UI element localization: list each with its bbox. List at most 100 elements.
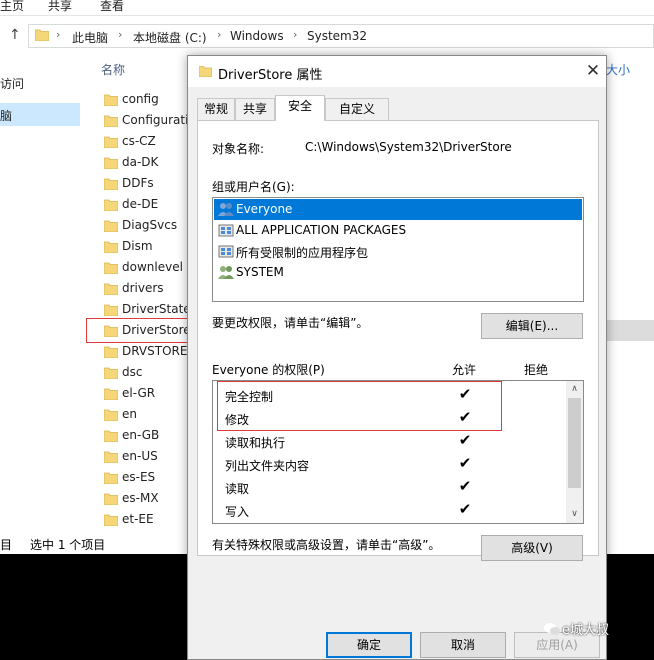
file-name: drivers [122,281,164,295]
list-item-everyone[interactable]: Everyone [214,199,582,220]
list-item[interactable]: drivers [104,279,194,300]
column-header-name[interactable]: 名称 [101,61,125,78]
users-listbox[interactable]: Everyone ALL APPLICATION PACKAGES 所有受限制的… [212,197,584,302]
ribbon: 主页 共享 查看 [0,0,654,16]
scroll-thumb[interactable] [568,398,581,488]
navigation-pane [0,56,80,526]
list-item[interactable]: es-MX [104,489,194,510]
list-item[interactable]: en [104,405,194,426]
list-item[interactable]: DRVSTORE [104,342,194,363]
highlight-box-driverstore [86,318,192,343]
list-item[interactable]: es-ES [104,468,194,489]
folder-icon [199,66,212,77]
breadcrumb-local-disk[interactable]: 本地磁盘 (C:) [133,29,207,46]
file-name: DRVSTORE [122,344,188,358]
folder-icon [104,220,118,232]
folder-icon [104,94,118,106]
scroll-up-icon[interactable]: ∧ [566,381,583,398]
breadcrumb-windows[interactable]: Windows [230,29,284,43]
nav-item-quick-access[interactable]: 访问 [0,75,24,92]
list-item[interactable]: DDFs [104,174,194,195]
cancel-button[interactable]: 取消 [420,632,506,658]
list-item[interactable]: et-EE [104,510,194,531]
list-item[interactable]: dsc [104,363,194,384]
deny-header: 拒绝 [524,363,549,377]
user-name: Everyone [236,202,293,216]
permission-row: 读取 ✔ [213,476,565,499]
list-item[interactable]: Dism [104,237,194,258]
change-hint: 要更改权限，请单击“编辑”。 [212,316,369,330]
permission-name: 读取 [225,482,250,496]
edit-button[interactable]: 编辑(E)... [481,313,583,339]
file-name: Configuratio [122,113,196,127]
folder-icon [104,157,118,169]
ok-button[interactable]: 确定 [326,632,412,658]
advanced-button[interactable]: 高级(V) [481,535,583,561]
list-item[interactable]: DiagSvcs [104,216,194,237]
list-item-restricted-packages[interactable]: 所有受限制的应用程序包 [214,241,582,262]
tab-sharing[interactable]: 共享 [235,98,275,120]
selected-row-highlight [600,320,654,341]
file-name: config [122,92,159,106]
file-name: de-DE [122,197,159,211]
folder-icon [104,367,118,379]
properties-dialog: DriverStore 属性 ✕ 常规 共享 安全 自定义 对象名称: C:\W… [187,55,607,660]
object-name-value: C:\Windows\System32\DriverStore [305,140,512,154]
folder-icon [104,136,118,148]
folder-icon [35,29,49,41]
scroll-down-icon[interactable]: ∨ [566,506,583,523]
scrollbar[interactable]: ∧ ∨ [566,381,583,523]
chevron-right-icon: › [56,28,61,41]
folder-icon [104,199,118,211]
highlight-box-permissions [217,381,502,431]
list-item-all-app-packages[interactable]: ALL APPLICATION PACKAGES [214,220,582,241]
list-item[interactable]: config [104,90,194,111]
ribbon-tab-home[interactable]: 主页 [0,0,24,16]
tab-security[interactable]: 安全 [275,95,325,121]
list-item[interactable]: cs-CZ [104,132,194,153]
file-name: downlevel [122,260,183,274]
nav-item-this-pc[interactable]: 脑 [0,107,12,124]
folder-icon [104,346,118,358]
permission-name: 读取和执行 [225,436,286,450]
column-header-size[interactable]: 大小 [606,61,630,78]
up-arrow-icon[interactable]: ↑ [9,27,21,43]
chevron-right-icon: › [118,28,123,41]
list-item-system[interactable]: SYSTEM [214,262,582,283]
ribbon-tab-share[interactable]: 共享 [48,0,72,16]
users-group-icon [218,266,234,279]
list-item[interactable]: Configuratio [104,111,196,132]
close-icon[interactable]: ✕ [582,60,604,82]
file-name: et-EE [122,512,154,526]
folder-icon [104,262,118,274]
tab-customize[interactable]: 自定义 [325,98,389,120]
ribbon-tab-view[interactable]: 查看 [100,0,124,16]
list-item[interactable]: de-DE [104,195,194,216]
status-selected: 选中 1 个项目 [30,538,106,552]
file-name: da-DK [122,155,159,169]
file-name: es-MX [122,491,159,505]
folder-icon [104,451,118,463]
folder-icon [104,514,118,526]
file-name: Dism [122,239,153,253]
folder-icon [104,388,118,400]
perm-header: Everyone 的权限(P) [212,363,325,377]
list-item[interactable]: el-GR [104,384,194,405]
permission-name: 列出文件夹内容 [225,459,310,473]
folder-icon [104,409,118,421]
list-item[interactable]: en-US [104,447,194,468]
file-name: en-US [122,449,158,463]
file-name: en-GB [122,428,160,442]
dialog-title: DriverStore 属性 [218,68,323,83]
list-item[interactable]: da-DK [104,153,194,174]
breadcrumb-this-pc[interactable]: 此电脑 [72,29,108,46]
list-item[interactable]: en-GB [104,426,194,447]
tab-general[interactable]: 常规 [197,98,235,120]
user-name: SYSTEM [236,265,284,279]
breadcrumb-system32[interactable]: System32 [307,29,367,43]
folder-icon [104,304,118,316]
check-icon: ✔ [458,454,472,472]
check-icon: ✔ [458,477,472,495]
list-item[interactable]: downlevel [104,258,194,279]
dialog-titlebar[interactable]: DriverStore 属性 ✕ [188,56,606,87]
